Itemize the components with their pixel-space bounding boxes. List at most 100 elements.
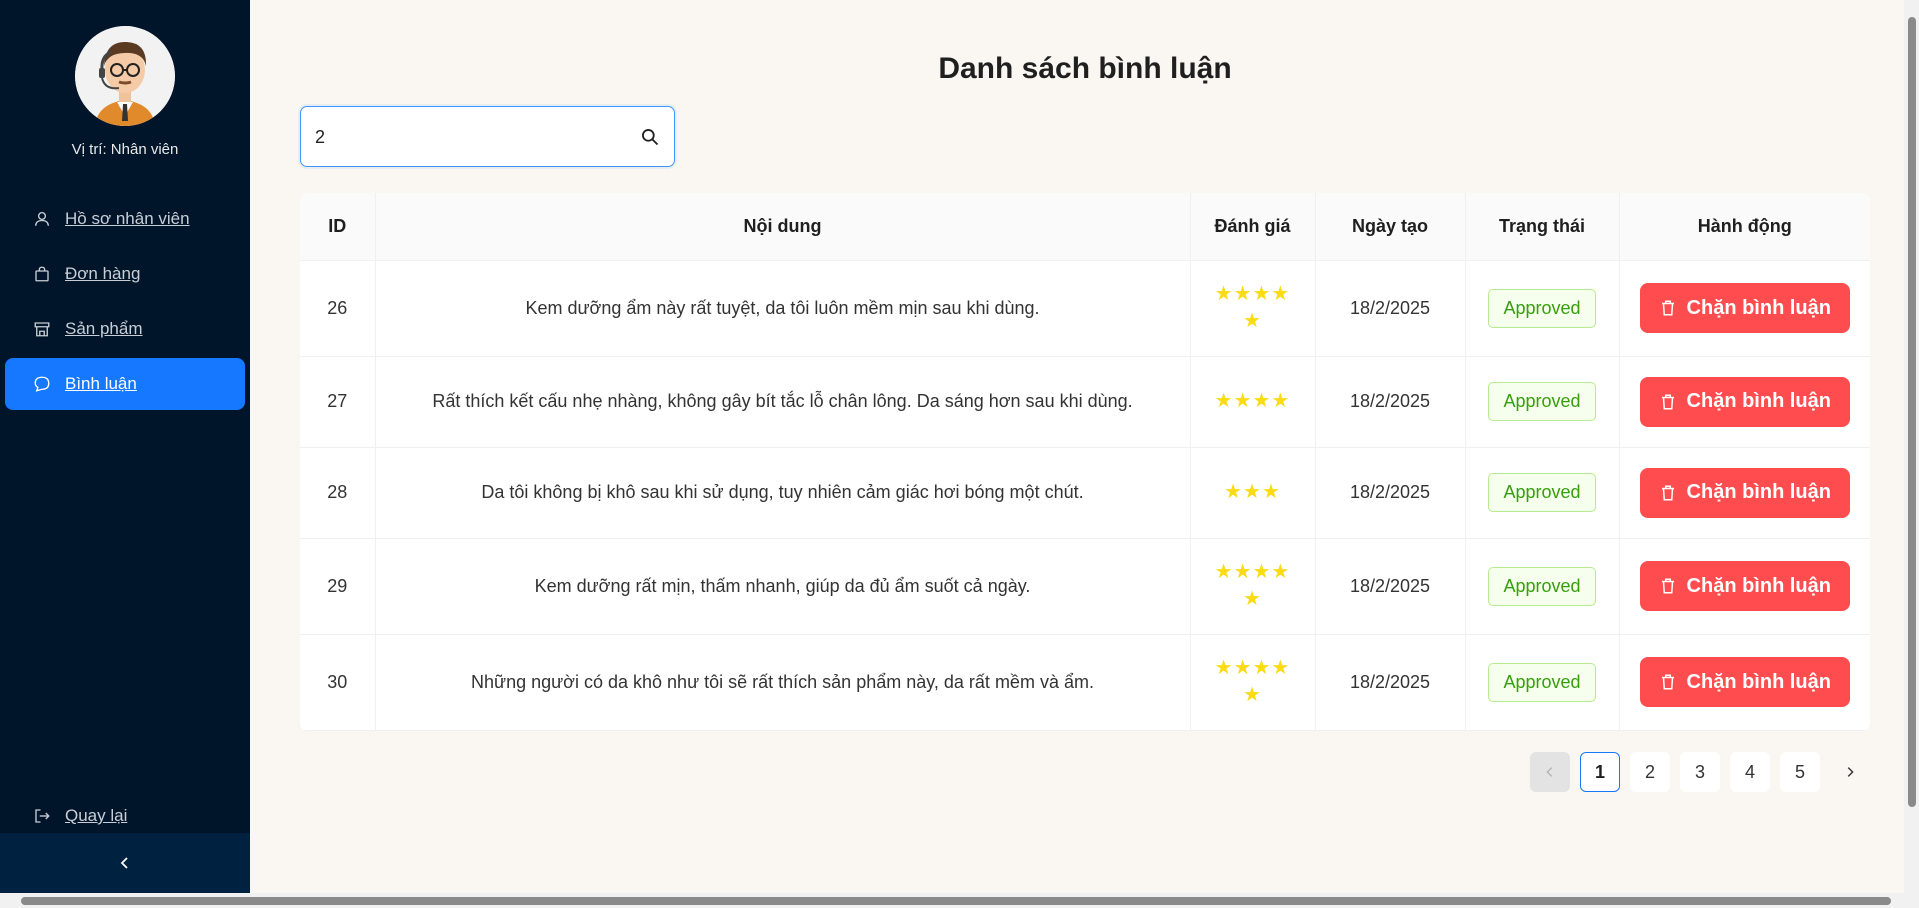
cell-action: Chặn bình luận	[1619, 538, 1870, 635]
block-comment-button[interactable]: Chặn bình luận	[1639, 376, 1850, 427]
column-header-created: Ngày tạo	[1315, 193, 1466, 261]
table-row: 27 Rất thích kết cấu nhẹ nhàng, không gâ…	[300, 356, 1870, 448]
block-comment-label: Chặn bình luận	[1686, 296, 1831, 319]
chevron-left-icon	[120, 857, 128, 869]
sidebar-item-comments[interactable]: Bình luận	[5, 358, 245, 410]
column-header-id: ID	[300, 193, 376, 261]
cell-action: Chặn bình luận	[1619, 260, 1870, 357]
back-link[interactable]: Quay lại	[33, 806, 127, 826]
cell-status: Approved	[1465, 260, 1620, 357]
logout-icon	[33, 807, 51, 825]
back-label: Quay lại	[65, 806, 128, 825]
block-comment-button[interactable]: Chặn bình luận	[1639, 561, 1850, 611]
search-icon[interactable]	[640, 127, 660, 147]
search-input[interactable]	[315, 123, 625, 151]
column-header-content: Nội dung	[375, 193, 1191, 261]
trash-icon	[1661, 674, 1674, 690]
cell-id: 27	[300, 356, 376, 448]
page-button-1[interactable]: 1	[1580, 752, 1620, 792]
horizontal-scroll-thumb[interactable]	[21, 897, 1891, 905]
cell-action: Chặn bình luận	[1619, 634, 1870, 731]
cell-id: 29	[300, 538, 376, 635]
star-rating: ★★★★	[1214, 390, 1291, 412]
cell-id: 30	[300, 634, 376, 731]
page-button-3[interactable]: 3	[1680, 752, 1720, 792]
cell-date: 18/2/2025	[1315, 447, 1466, 539]
cell-status: Approved	[1465, 634, 1620, 731]
cell-content: Kem dưỡng ẩm này rất tuyệt, da tôi luôn …	[375, 260, 1191, 357]
cell-rating: ★★★	[1190, 447, 1316, 539]
table-header-row: ID Nội dung Đánh giá Ngày tạo Trạng thái…	[300, 193, 1870, 261]
trash-icon	[1661, 578, 1674, 594]
cell-content: Da tôi không bị khô sau khi sử dụng, tuy…	[375, 447, 1191, 539]
column-header-action: Hành động	[1619, 193, 1870, 261]
cell-action: Chặn bình luận	[1619, 447, 1870, 539]
position-label: Vị trí: Nhân viên	[71, 141, 179, 158]
vertical-scrollbar[interactable]	[1904, 0, 1919, 893]
status-badge: Approved	[1488, 662, 1596, 702]
table-row: 29 Kem dưỡng rất mịn, thấm nhanh, giúp d…	[300, 538, 1870, 635]
cell-rating: ★★★★★	[1190, 260, 1316, 357]
table-row: 30 Những người có da khô như tôi sẽ rất …	[300, 634, 1870, 731]
chevron-left-icon	[1546, 767, 1553, 777]
cell-rating: ★★★★	[1190, 356, 1316, 448]
status-badge: Approved	[1488, 566, 1596, 606]
cell-date: 18/2/2025	[1315, 356, 1466, 448]
cell-rating: ★★★★★	[1190, 538, 1316, 635]
pagination: 1 2 3 4 5	[1530, 752, 1880, 792]
page-title: Danh sách bình luận	[938, 52, 1232, 85]
trash-icon	[1661, 300, 1674, 316]
shopping-bag-icon	[33, 265, 51, 283]
cell-rating: ★★★★★	[1190, 634, 1316, 731]
star-rating: ★★★★★	[1214, 283, 1291, 332]
cell-content: Rất thích kết cấu nhẹ nhàng, không gây b…	[375, 356, 1191, 448]
pagination-prev-button[interactable]	[1530, 752, 1570, 792]
sidebar-item-label: Bình luận	[65, 374, 137, 393]
page-button-5[interactable]: 5	[1780, 752, 1820, 792]
column-header-status: Trạng thái	[1465, 193, 1620, 261]
cell-action: Chặn bình luận	[1619, 356, 1870, 448]
block-comment-button[interactable]: Chặn bình luận	[1639, 657, 1850, 707]
cell-date: 18/2/2025	[1315, 260, 1466, 357]
sidebar-collapse-button[interactable]	[0, 833, 250, 893]
sidebar-item-orders[interactable]: Đơn hàng	[5, 248, 245, 300]
comment-icon	[33, 375, 51, 393]
chevron-right-icon	[1847, 767, 1854, 777]
block-comment-label: Chặn bình luận	[1686, 574, 1831, 597]
block-comment-label: Chặn bình luận	[1686, 390, 1831, 412]
cell-content: Những người có da khô như tôi sẽ rất thí…	[375, 634, 1191, 731]
block-comment-button[interactable]: Chặn bình luận	[1639, 467, 1850, 518]
page-button-2[interactable]: 2	[1630, 752, 1670, 792]
sidebar-item-label: Đơn hàng	[65, 264, 141, 283]
block-comment-button[interactable]: Chặn bình luận	[1639, 283, 1850, 333]
comments-table: ID Nội dung Đánh giá Ngày tạo Trạng thái…	[300, 193, 1870, 731]
cell-status: Approved	[1465, 538, 1620, 635]
sidebar-item-profile[interactable]: Hồ sơ nhân viên	[5, 193, 245, 245]
shop-icon	[33, 320, 51, 338]
table-row: 28 Da tôi không bị khô sau khi sử dụng, …	[300, 447, 1870, 539]
cell-id: 28	[300, 447, 376, 539]
cell-date: 18/2/2025	[1315, 538, 1466, 635]
star-rating: ★★★★★	[1214, 561, 1291, 610]
sidebar-item-label: Sản phẩm	[65, 319, 143, 338]
cell-content: Kem dưỡng rất mịn, thấm nhanh, giúp da đ…	[375, 538, 1191, 635]
cell-id: 26	[300, 260, 376, 357]
star-rating: ★★★	[1224, 481, 1281, 503]
star-rating: ★★★★★	[1214, 657, 1291, 706]
search-box	[300, 106, 675, 167]
block-comment-label: Chặn bình luận	[1686, 670, 1831, 693]
avatar-illustration	[75, 26, 175, 126]
sidebar: Vị trí: Nhân viên Hồ sơ nhân viên Đơn hà…	[0, 0, 250, 908]
block-comment-label: Chặn bình luận	[1686, 481, 1831, 503]
page-button-4[interactable]: 4	[1730, 752, 1770, 792]
cell-status: Approved	[1465, 447, 1620, 539]
horizontal-scrollbar[interactable]	[0, 893, 1919, 908]
sidebar-item-products[interactable]: Sản phẩm	[5, 303, 245, 355]
pagination-next-button[interactable]	[1830, 752, 1870, 792]
status-badge: Approved	[1488, 382, 1596, 421]
vertical-scroll-thumb[interactable]	[1908, 17, 1916, 807]
status-badge: Approved	[1488, 288, 1596, 328]
column-header-rating: Đánh giá	[1190, 193, 1316, 261]
trash-icon	[1661, 394, 1674, 409]
table-row: 26 Kem dưỡng ẩm này rất tuyệt, da tôi lu…	[300, 260, 1870, 357]
